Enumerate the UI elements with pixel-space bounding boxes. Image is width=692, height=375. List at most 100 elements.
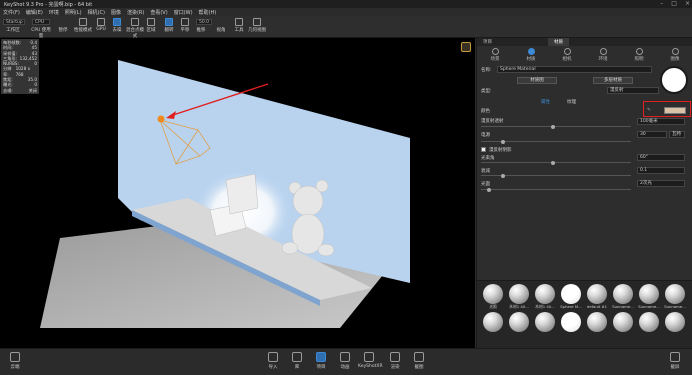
subtab-scene[interactable]: 场景 bbox=[480, 48, 510, 64]
swatch-label: Sphere M... bbox=[560, 304, 582, 309]
library-button[interactable]: 库 bbox=[286, 352, 308, 370]
pan-icon bbox=[181, 18, 189, 26]
cloud-button[interactable]: 云端 bbox=[4, 352, 26, 370]
minimize-icon[interactable]: – bbox=[660, 0, 663, 7]
power-slider[interactable] bbox=[481, 139, 631, 144]
material-swatch[interactable] bbox=[559, 312, 583, 332]
mode-slider[interactable] bbox=[481, 187, 631, 192]
mode-label: 光面 bbox=[481, 182, 490, 187]
hud-value: 关闭 bbox=[28, 87, 37, 93]
menu-image[interactable]: 图像 bbox=[111, 9, 121, 16]
project-label: 项目 bbox=[316, 365, 326, 370]
tools-icon bbox=[235, 18, 243, 26]
power-unit[interactable]: 瓦特 bbox=[669, 131, 685, 138]
animation-button[interactable]: 动画 bbox=[334, 352, 356, 370]
tab-project[interactable]: 项目 bbox=[477, 38, 498, 46]
menu-lighting[interactable]: 照明(L) bbox=[65, 9, 82, 16]
mode-select[interactable]: 2次光 bbox=[637, 180, 685, 187]
screenshot-button[interactable]: 截图 bbox=[408, 352, 430, 370]
shadow-checkbox[interactable] bbox=[481, 147, 486, 152]
fps-value[interactable]: 50.0 bbox=[196, 19, 212, 25]
import-icon bbox=[268, 352, 278, 362]
subtab-camera[interactable]: 相机 bbox=[552, 48, 582, 64]
menu-environment[interactable]: 环境 bbox=[49, 9, 59, 16]
tb-workspace[interactable]: 工作区 bbox=[2, 27, 24, 33]
material-swatch[interactable] bbox=[663, 312, 687, 332]
subtab-image[interactable]: 图像 bbox=[660, 48, 690, 64]
subtab-lighting-label: 照明 bbox=[634, 57, 644, 62]
menu-render[interactable]: 渲染(R) bbox=[127, 9, 144, 16]
workspace-select[interactable]: Startup bbox=[3, 19, 25, 25]
power-field[interactable]: 30 bbox=[637, 131, 667, 138]
material-swatch[interactable] bbox=[585, 312, 609, 332]
menu-camera[interactable]: 相机(C) bbox=[88, 9, 105, 16]
menu-file[interactable]: 文件(F) bbox=[3, 9, 20, 16]
beam-angle-field[interactable]: 60° bbox=[637, 154, 685, 161]
material-swatch[interactable]: Sunname... bbox=[663, 284, 687, 310]
multi-material-button[interactable]: 多层材质 bbox=[593, 77, 633, 84]
material-swatch[interactable]: 木材1 40... bbox=[507, 284, 531, 310]
material-swatch[interactable]: Sunname... bbox=[611, 284, 635, 310]
region-icon bbox=[147, 18, 155, 26]
material-swatch[interactable]: 光照 bbox=[481, 284, 505, 310]
lighting-icon bbox=[635, 48, 643, 55]
keyshotxr-button[interactable]: KeyShotXR bbox=[358, 352, 383, 369]
material-swatch[interactable]: default #1 bbox=[585, 284, 609, 310]
tb-denoise-label: 去噪 bbox=[112, 28, 122, 33]
material-swatch[interactable] bbox=[637, 312, 661, 332]
render-viewport[interactable]: 每秒帧数: 0.4 时间: 45 采样值: 43 三角形: 132,452 NURBS:… bbox=[0, 38, 475, 348]
material-graph-button[interactable]: 材质图 bbox=[517, 77, 557, 84]
subtab-material[interactable]: 材质 bbox=[516, 48, 546, 64]
angle-slider-knob[interactable] bbox=[551, 160, 555, 165]
material-swatch[interactable] bbox=[481, 312, 505, 332]
viewport-settings-icon[interactable] bbox=[461, 42, 471, 52]
panel-tabs: 项目 材质 bbox=[477, 38, 692, 46]
spotlight-handle[interactable] bbox=[157, 115, 165, 123]
cpu-select[interactable]: CPU bbox=[32, 19, 50, 25]
import-button[interactable]: 导入 bbox=[262, 352, 284, 370]
inner-tab-textures[interactable]: 纹理 bbox=[567, 99, 576, 105]
diffuse-slider-knob[interactable] bbox=[551, 124, 555, 129]
material-grid: 光照 木材1 40... 木材1 40... Sphere M... defau… bbox=[477, 281, 692, 335]
menu-help[interactable]: 帮助(H) bbox=[199, 9, 217, 16]
inner-tab-properties[interactable]: 属性 bbox=[541, 99, 550, 105]
unit-field[interactable]: 100毫米 bbox=[637, 118, 685, 125]
menu-edit[interactable]: 编辑(E) bbox=[26, 9, 43, 16]
material-swatch[interactable] bbox=[611, 312, 635, 332]
diffuse-slider[interactable] bbox=[481, 124, 631, 129]
project-button[interactable]: 项目 bbox=[310, 352, 332, 370]
subtab-scene-label: 场景 bbox=[490, 57, 500, 62]
material-preview bbox=[660, 66, 688, 94]
tab-material[interactable]: 材质 bbox=[548, 38, 569, 46]
capture-button[interactable]: 截屏 bbox=[664, 352, 686, 370]
screenshot-icon bbox=[414, 352, 424, 362]
material-name-field[interactable]: Sphere Material bbox=[497, 66, 652, 73]
subtab-lighting[interactable]: 照明 bbox=[624, 48, 654, 64]
color-label: 颜色 bbox=[481, 109, 490, 114]
tb-dolly[interactable]: 推移 bbox=[190, 27, 212, 33]
subtab-environment[interactable]: 环境 bbox=[588, 48, 618, 64]
angle-slider[interactable] bbox=[481, 160, 631, 165]
falloff-field[interactable]: 0.1 bbox=[637, 167, 685, 174]
material-swatch[interactable]: Sphere M... bbox=[559, 284, 583, 310]
render-button[interactable]: 渲染 bbox=[384, 352, 406, 370]
window-controls: – □ × bbox=[660, 0, 690, 7]
material-swatch[interactable] bbox=[507, 312, 531, 332]
mode-slider-knob[interactable] bbox=[487, 187, 491, 192]
falloff-slider[interactable] bbox=[481, 173, 631, 178]
cloud-icon bbox=[10, 352, 20, 362]
tb-pause[interactable]: 暂停 bbox=[52, 27, 74, 33]
sphere-preview bbox=[535, 312, 555, 332]
menu-window[interactable]: 窗口(W) bbox=[174, 9, 193, 16]
material-swatch[interactable] bbox=[533, 312, 557, 332]
type-select[interactable]: 漫反射 bbox=[607, 87, 659, 94]
power-slider-knob[interactable] bbox=[501, 139, 505, 144]
material-swatch[interactable]: Sunname... bbox=[637, 284, 661, 310]
material-swatch[interactable]: 木材1 40... bbox=[533, 284, 557, 310]
swatch-label: Sunname... bbox=[638, 304, 660, 309]
tb-geometry[interactable]: 几何视图 bbox=[246, 18, 268, 33]
close-icon[interactable]: × bbox=[685, 0, 690, 7]
maximize-icon[interactable]: □ bbox=[671, 0, 677, 7]
falloff-slider-knob[interactable] bbox=[501, 173, 505, 178]
menu-view[interactable]: 查看(V) bbox=[150, 9, 167, 16]
